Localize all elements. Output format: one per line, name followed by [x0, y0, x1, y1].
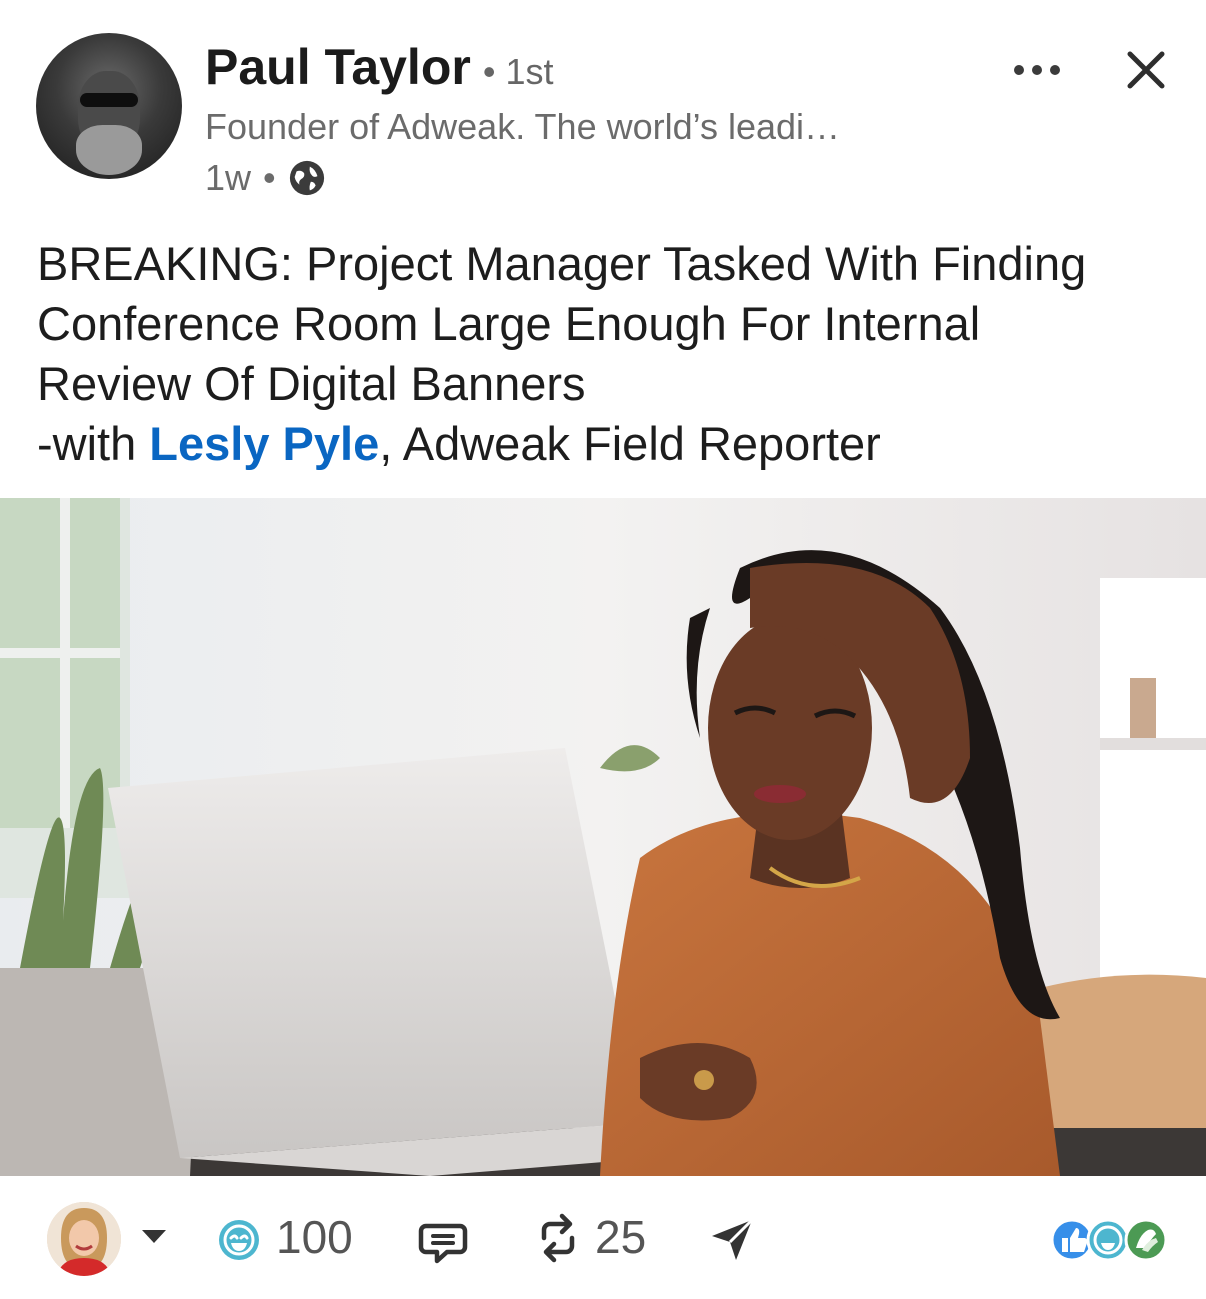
- close-button[interactable]: [1120, 44, 1172, 96]
- reactions-summary-icons[interactable]: [1050, 1218, 1170, 1262]
- more-icon: [1014, 65, 1060, 75]
- author-name-row: Paul Taylor • 1st: [205, 38, 553, 100]
- viewer-avatar-illustration: [47, 1202, 121, 1276]
- connection-degree: • 1st: [483, 51, 554, 93]
- with-suffix: , Adweak Field Reporter: [379, 417, 881, 470]
- viewer-avatar[interactable]: [47, 1202, 121, 1276]
- funny-reaction-icon[interactable]: [217, 1218, 261, 1262]
- author-headline: Founder of Adweak. The world’s leadi…: [205, 106, 841, 147]
- post-text-line: Conference Room Large Enough For Interna…: [37, 297, 981, 350]
- post-meta: 1w •: [205, 157, 326, 199]
- viewer-switch-caret-icon[interactable]: [142, 1230, 166, 1243]
- send-icon[interactable]: [708, 1214, 756, 1264]
- post-photo[interactable]: [0, 498, 1206, 1176]
- close-icon: [1127, 51, 1165, 89]
- post-photo-illustration: [0, 498, 1206, 1176]
- reaction-count[interactable]: 100: [276, 1210, 353, 1264]
- meta-separator: •: [263, 157, 276, 198]
- avatar-glasses: [80, 93, 138, 107]
- mention-link[interactable]: Lesly Pyle: [149, 417, 379, 470]
- degree-label: 1st: [505, 51, 554, 92]
- with-prefix: -with: [37, 417, 150, 470]
- author-name[interactable]: Paul Taylor: [205, 38, 471, 96]
- more-options-button[interactable]: [1012, 50, 1062, 90]
- degree-separator: •: [482, 51, 496, 92]
- author-avatar[interactable]: [36, 33, 182, 179]
- post-text-line: BREAKING: Project Manager Tasked With Fi…: [37, 237, 1087, 290]
- avatar-beard: [76, 125, 142, 175]
- comment-icon[interactable]: [418, 1216, 468, 1266]
- globe-icon: [289, 160, 324, 196]
- post-text-line-with: -with Lesly Pyle, Adweak Field Reporter: [37, 414, 1177, 474]
- repost-icon[interactable]: [534, 1212, 582, 1264]
- post-text: BREAKING: Project Manager Tasked With Fi…: [37, 234, 1177, 474]
- post-text-line: Review Of Digital Banners: [37, 357, 586, 410]
- post-time: 1w: [205, 157, 252, 198]
- repost-count[interactable]: 25: [595, 1210, 646, 1264]
